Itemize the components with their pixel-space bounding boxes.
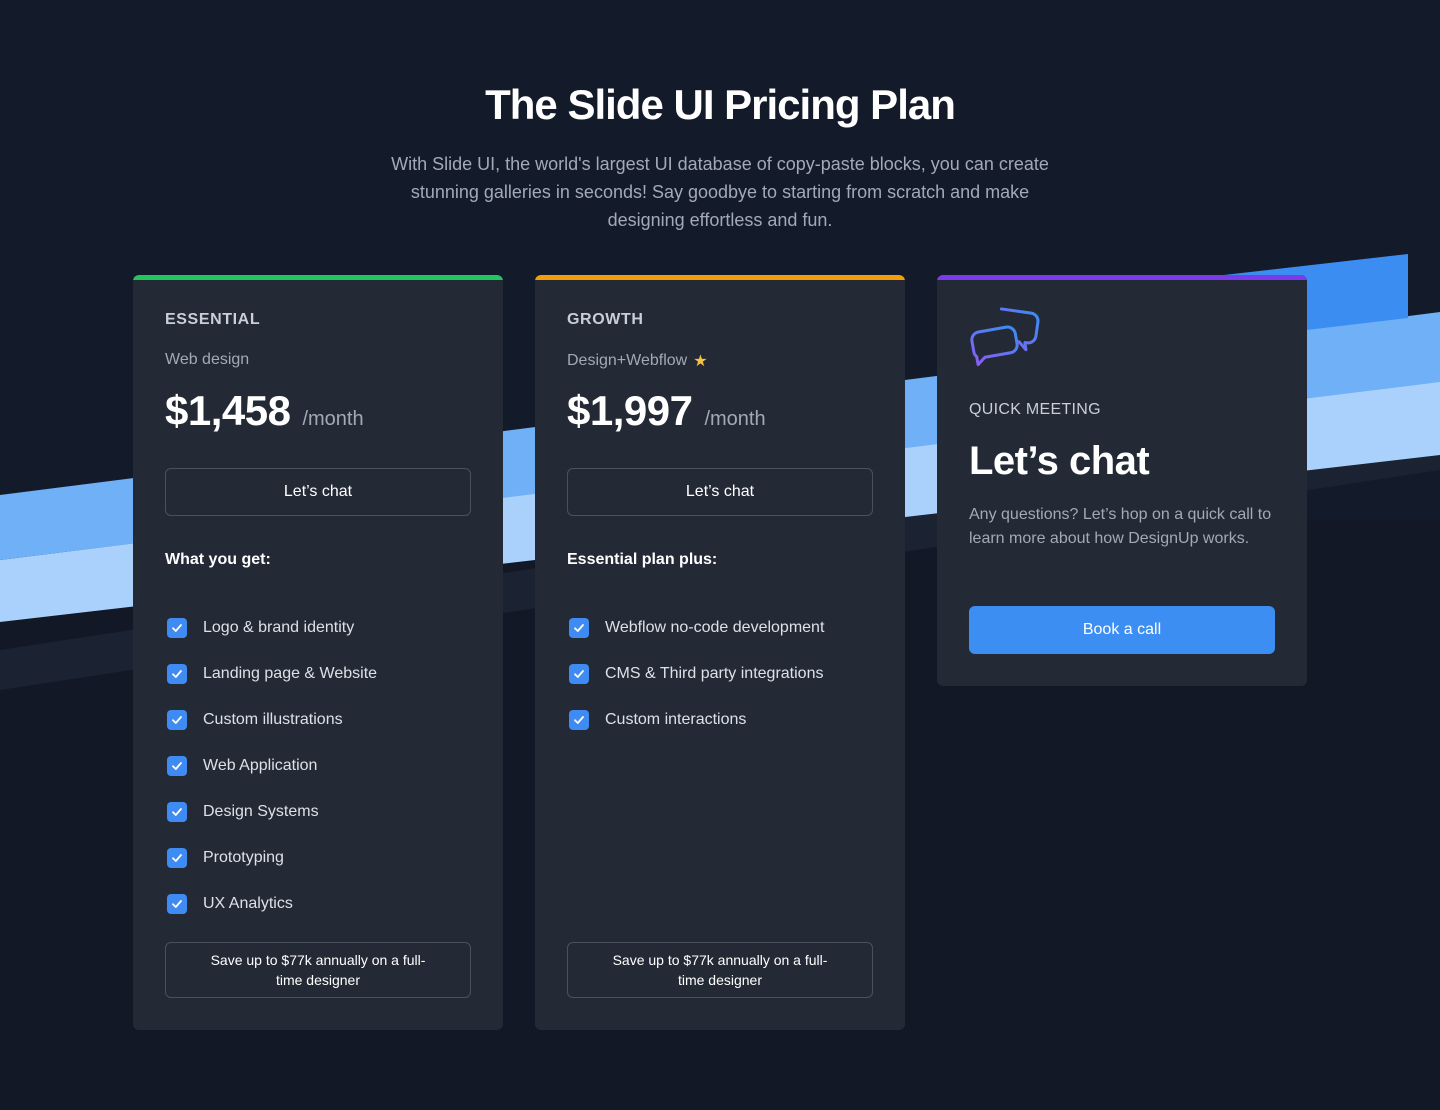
feature-item: Custom interactions (567, 697, 824, 743)
pricing-page: The Slide UI Pricing Plan With Slide UI,… (0, 0, 1440, 1110)
checkbox-checked-icon (569, 710, 589, 730)
feature-list: Webflow no-code development CMS & Third p… (567, 605, 824, 743)
feature-item: Custom illustrations (165, 697, 377, 743)
meeting-description: Any questions? Let’s hop on a quick call… (969, 506, 1272, 547)
feature-list-heading: Essential plan plus: (567, 551, 718, 568)
plan-price: $1,458 (165, 387, 291, 434)
feature-label: Webflow no-code development (605, 619, 825, 636)
feature-item: Landing page & Website (165, 651, 377, 697)
price-row: $1,997 /month (567, 387, 766, 435)
feature-item: Design Systems (165, 789, 377, 835)
lets-chat-button[interactable]: Let’s chat (165, 468, 471, 516)
feature-label: Logo & brand identity (203, 619, 355, 636)
plan-card-essential: ESSENTIAL Web design $1,458 /month Let’s… (133, 275, 503, 1030)
plan-subtitle-text: Design+Webflow (567, 352, 688, 369)
quick-meeting-card: QUICK MEETING Let’s chat Any questions? … (937, 275, 1307, 686)
feature-label: Prototyping (203, 849, 284, 866)
plan-period: /month (704, 408, 766, 430)
feature-list: Logo & brand identity Landing page & Webs… (165, 605, 377, 927)
page-title: The Slide UI Pricing Plan (485, 81, 956, 128)
feature-item: Prototyping (165, 835, 377, 881)
checkbox-checked-icon (569, 618, 589, 638)
lets-chat-button[interactable]: Let’s chat (567, 468, 873, 516)
feature-label: Custom interactions (605, 711, 747, 728)
checkbox-checked-icon (167, 618, 187, 638)
feature-label: UX Analytics (203, 895, 293, 912)
plan-card-growth: GROWTH Design+Webflow ★ $1,997 /month Le… (535, 275, 905, 1030)
plan-price: $1,997 (567, 387, 693, 434)
checkbox-checked-icon (167, 894, 187, 914)
checkbox-checked-icon (167, 802, 187, 822)
plan-tier: GROWTH (567, 311, 644, 328)
checkbox-checked-icon (167, 710, 187, 730)
checkbox-checked-icon (167, 848, 187, 868)
plan-period: /month (302, 408, 364, 430)
meeting-title: Let’s chat (969, 439, 1150, 483)
feature-label: Custom illustrations (203, 711, 343, 728)
checkbox-checked-icon (167, 664, 187, 684)
page-subtitle: With Slide UI, the world's largest UI da… (391, 154, 1049, 230)
feature-list-heading: What you get: (165, 551, 271, 568)
savings-note: Save up to $77k annually on a full-time … (165, 942, 471, 998)
feature-item: CMS & Third party integrations (567, 651, 824, 697)
feature-item: UX Analytics (165, 881, 377, 927)
feature-item: Logo & brand identity (165, 605, 377, 651)
plan-subtitle-text: Web design (165, 351, 250, 368)
feature-label: Web Application (203, 757, 318, 774)
feature-label: CMS & Third party integrations (605, 665, 824, 682)
chat-bubbles-icon (970, 307, 1040, 367)
feature-label: Design Systems (203, 803, 319, 820)
star-icon: ★ (693, 353, 708, 370)
feature-label: Landing page & Website (203, 665, 378, 682)
plan-subtitle: Web design (165, 351, 249, 369)
checkbox-checked-icon (569, 664, 589, 684)
plan-subtitle: Design+Webflow ★ (567, 351, 708, 371)
feature-item: Web Application (165, 743, 377, 789)
savings-note: Save up to $77k annually on a full-time … (567, 942, 873, 998)
feature-item: Webflow no-code development (567, 605, 824, 651)
book-a-call-button[interactable]: Book a call (969, 606, 1275, 654)
price-row: $1,458 /month (165, 387, 364, 435)
meeting-label: QUICK MEETING (969, 401, 1101, 418)
checkbox-checked-icon (167, 756, 187, 776)
header: The Slide UI Pricing Plan With Slide UI,… (0, 80, 1440, 234)
plan-tier: ESSENTIAL (165, 311, 261, 328)
